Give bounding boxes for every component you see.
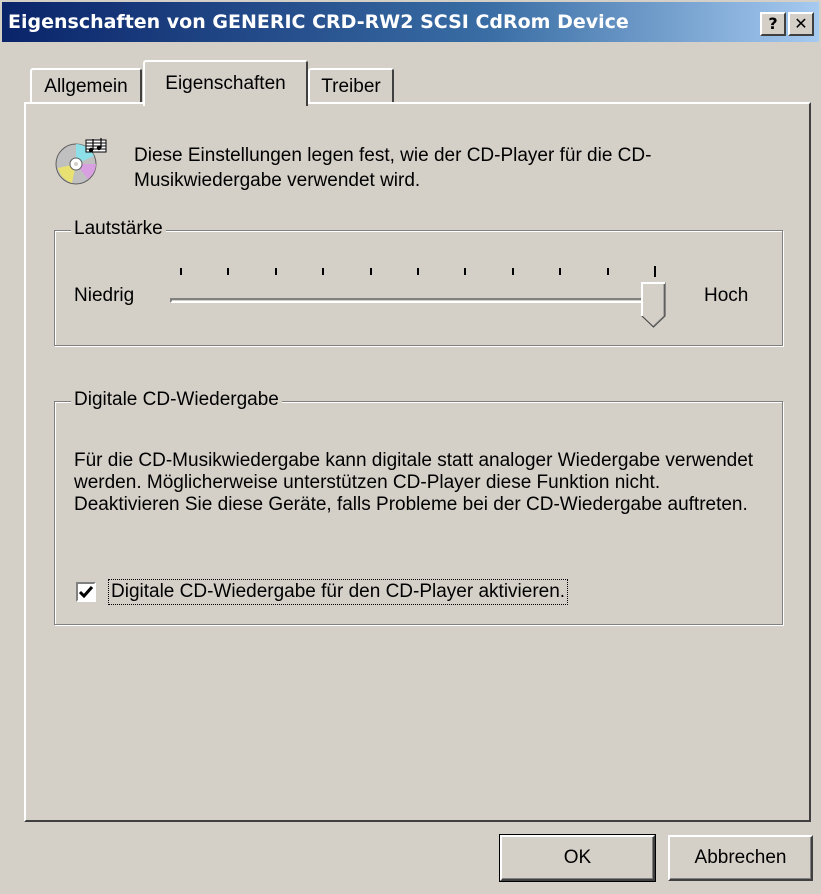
- tab-label: Allgemein: [44, 76, 128, 97]
- volume-slider-thumb[interactable]: [641, 282, 667, 328]
- title-bar[interactable]: Eigenschaften von GENERIC CRD-RW2 SCSI C…: [2, 2, 819, 42]
- volume-group: Lautstärke: [54, 218, 783, 346]
- help-button[interactable]: ?: [760, 12, 786, 36]
- volume-high-label: Hoch: [704, 285, 749, 306]
- cancel-label: Abbrechen: [694, 847, 787, 868]
- slider-tick: [654, 266, 656, 277]
- slider-tick: [511, 268, 514, 275]
- help-icon: ?: [768, 14, 778, 33]
- digital-playback-checkbox[interactable]: [76, 582, 96, 602]
- properties-dialog: Eigenschaften von GENERIC CRD-RW2 SCSI C…: [0, 0, 821, 894]
- window-title: Eigenschaften von GENERIC CRD-RW2 SCSI C…: [8, 11, 629, 33]
- intro-text: Diese Einstellungen legen fest, wie der …: [134, 145, 652, 191]
- checkmark-icon: [79, 586, 93, 598]
- ok-button[interactable]: OK: [499, 834, 656, 882]
- close-button[interactable]: ✕: [788, 12, 814, 36]
- digital-playback-label[interactable]: Digitale CD-Wiedergabe für den CD-Player…: [108, 579, 569, 605]
- cd-music-icon: [55, 138, 107, 185]
- tab-allgemein[interactable]: Allgemein: [30, 68, 142, 104]
- close-icon: ✕: [794, 14, 808, 33]
- slider-tick: [227, 268, 230, 275]
- slider-tick: [369, 268, 372, 275]
- tab-treiber[interactable]: Treiber: [308, 68, 394, 104]
- slider-tick: [559, 268, 562, 275]
- slider-tick: [606, 268, 609, 275]
- slider-tick: [322, 268, 325, 275]
- tab-label: Treiber: [321, 76, 381, 97]
- digital-group-label: Digitale CD-Wiedergabe: [71, 389, 282, 411]
- slider-tick: [274, 268, 277, 275]
- volume-low-label: Niedrig: [74, 285, 135, 306]
- ok-label: OK: [563, 847, 592, 868]
- slider-tick: [464, 268, 467, 275]
- slider-tick: [180, 268, 182, 275]
- cancel-button[interactable]: Abbrechen: [668, 835, 813, 881]
- digital-description: Für die CD-Musikwiedergabe kann digitale…: [74, 450, 754, 515]
- tab-label: Eigenschaften: [165, 73, 286, 94]
- volume-slider-track[interactable]: [170, 298, 660, 303]
- tab-eigenschaften[interactable]: Eigenschaften: [143, 60, 308, 106]
- slider-tick: [417, 268, 419, 275]
- volume-group-label: Lautstärke: [71, 218, 166, 240]
